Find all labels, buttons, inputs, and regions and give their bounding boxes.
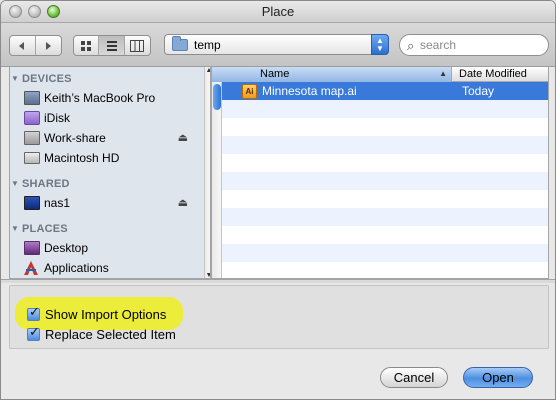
- disclosure-triangle-icon[interactable]: ▼: [11, 70, 19, 88]
- place-dialog: Place temp ▲ ▼ ⌕ search ▼ DEVICES Keith’…: [0, 0, 556, 400]
- file-list: Name ▲ Date Modified Ai Minnesota map.ai…: [211, 67, 549, 279]
- column-view-icon: [130, 39, 145, 52]
- hard-drive-icon: [24, 152, 40, 164]
- empty-row: [212, 226, 548, 244]
- laptop-icon: [24, 91, 40, 105]
- replace-selected-item-label[interactable]: Replace Selected Item: [45, 327, 176, 342]
- network-share-icon: [24, 131, 40, 145]
- title-bar: Place: [1, 1, 555, 23]
- checkmark-icon: ✓: [29, 323, 40, 339]
- show-import-options-checkbox[interactable]: ✓: [27, 304, 40, 321]
- empty-row: [212, 154, 548, 172]
- search-input[interactable]: [420, 37, 540, 53]
- sidebar-item-macbook-pro[interactable]: Keith’s MacBook Pro: [10, 88, 210, 108]
- icon-view-button[interactable]: [74, 36, 100, 55]
- sidebar-item-applications[interactable]: Applications: [10, 258, 210, 278]
- cancel-button[interactable]: Cancel: [380, 367, 448, 388]
- view-mode-segment: [73, 35, 151, 56]
- empty-row: [212, 190, 548, 208]
- sidebar-section-shared[interactable]: ▼ SHARED: [10, 175, 210, 193]
- eject-icon[interactable]: ⏏: [178, 128, 188, 148]
- sidebar-item-desktop[interactable]: Desktop: [10, 238, 210, 258]
- checkmark-icon: ✓: [29, 303, 40, 319]
- file-date: Today: [462, 84, 495, 98]
- file-name: Minnesota map.ai: [262, 84, 357, 98]
- file-list-header: Name ▲ Date Modified: [212, 67, 548, 82]
- window-title: Place: [261, 4, 295, 19]
- split-divider[interactable]: [1, 279, 555, 283]
- desktop-folder-icon: [24, 241, 40, 255]
- navigation-segment: [9, 35, 62, 56]
- replace-selected-item-checkbox[interactable]: ✓: [27, 324, 40, 341]
- server-icon: [24, 196, 40, 210]
- empty-row: [212, 100, 548, 118]
- file-list-scrollbar[interactable]: [212, 82, 222, 278]
- replace-selected-item-row: ✓ Replace Selected Item: [27, 324, 176, 343]
- sidebar-section-places[interactable]: ▼ PLACES: [10, 220, 210, 238]
- search-field: ⌕: [399, 34, 549, 56]
- list-view-icon: [106, 40, 117, 51]
- location-label: temp: [194, 38, 221, 52]
- column-header-name[interactable]: Name ▲: [212, 67, 452, 82]
- file-rows: Ai Minnesota map.ai Today: [212, 82, 548, 278]
- disclosure-triangle-icon[interactable]: ▼: [11, 175, 19, 193]
- sidebar-item-work-share[interactable]: Work-share ⏏: [10, 128, 210, 148]
- sidebar-scrollbar[interactable]: ▲ ▼: [204, 67, 210, 278]
- icon-view-icon: [81, 40, 92, 51]
- forward-arrow-icon: [46, 41, 52, 50]
- empty-row: [212, 172, 548, 190]
- empty-row: [212, 118, 548, 136]
- open-button[interactable]: Open: [463, 367, 533, 388]
- folder-icon: [172, 36, 188, 51]
- column-header-date-modified[interactable]: Date Modified: [459, 67, 527, 82]
- show-import-options-row: ✓ Show Import Options: [27, 304, 166, 323]
- scroll-thumb[interactable]: [213, 84, 221, 110]
- illustrator-file-icon: Ai: [242, 84, 257, 99]
- empty-row: [212, 208, 548, 226]
- applications-icon: [24, 261, 38, 275]
- idisk-icon: [24, 111, 40, 125]
- empty-row: [212, 244, 548, 262]
- back-button[interactable]: [10, 36, 36, 55]
- sidebar-section-devices[interactable]: ▼ DEVICES: [10, 70, 210, 88]
- location-popup[interactable]: temp ▲ ▼: [164, 34, 389, 55]
- empty-row: [212, 136, 548, 154]
- file-row[interactable]: Ai Minnesota map.ai Today: [212, 82, 548, 100]
- list-view-button[interactable]: [99, 36, 125, 55]
- back-arrow-icon: [19, 41, 25, 50]
- sidebar-item-nas1[interactable]: nas1 ⏏: [10, 193, 210, 213]
- eject-icon[interactable]: ⏏: [178, 193, 188, 213]
- sidebar-item-idisk[interactable]: iDisk: [10, 108, 210, 128]
- search-icon: ⌕: [407, 38, 415, 53]
- updown-arrows-icon: ▲ ▼: [371, 34, 389, 55]
- disclosure-triangle-icon[interactable]: ▼: [11, 220, 19, 238]
- sidebar-item-macintosh-hd[interactable]: Macintosh HD: [10, 148, 210, 168]
- sort-ascending-icon: ▲: [439, 69, 447, 78]
- empty-row: [212, 262, 548, 278]
- sidebar: ▼ DEVICES Keith’s MacBook Pro iDisk Work…: [9, 67, 211, 279]
- forward-button[interactable]: [36, 36, 61, 55]
- show-import-options-label[interactable]: Show Import Options: [45, 307, 166, 322]
- toolbar: temp ▲ ▼ ⌕: [1, 23, 555, 67]
- column-view-button[interactable]: [125, 36, 150, 55]
